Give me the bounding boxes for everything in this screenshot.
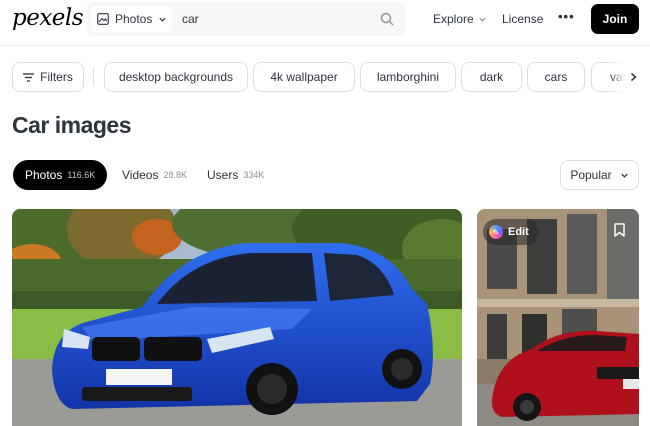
page-title: Car images — [12, 112, 132, 138]
filters-label: Filters — [40, 70, 73, 84]
tab-label: Users — [207, 168, 239, 182]
chevron-down-icon — [159, 17, 166, 22]
pexels-logo[interactable]: pexels — [12, 5, 84, 31]
chevron-right-icon — [631, 72, 637, 82]
chip-desktop-backgrounds[interactable]: desktop backgrounds — [104, 62, 248, 92]
tab-label: Photos — [25, 168, 63, 182]
bookmark-icon[interactable] — [614, 223, 625, 237]
chevron-down-icon — [621, 173, 628, 178]
photo-card-blue-car[interactable] — [12, 209, 462, 426]
tab-count: 334K — [243, 170, 265, 180]
edit-sparkle-icon: ✎ — [489, 225, 503, 239]
chips-scroll-right[interactable] — [610, 62, 638, 92]
chip-cars[interactable]: cars — [527, 62, 585, 92]
chip-lamborghini[interactable]: lamborghini — [360, 62, 456, 92]
tab-count: 116.6K — [67, 170, 96, 180]
search-type-dropdown[interactable]: Photos — [91, 6, 172, 32]
search-input[interactable] — [182, 2, 362, 36]
sort-label: Popular — [570, 168, 612, 182]
more-menu-icon[interactable]: ••• — [558, 9, 575, 24]
related-searches: desktop backgrounds 4k wallpaper lamborg… — [104, 62, 638, 92]
chip-4k-wallpaper[interactable]: 4k wallpaper — [253, 62, 355, 92]
join-button[interactable]: Join — [591, 4, 639, 34]
tab-label: Videos — [122, 168, 159, 182]
tab-videos[interactable]: Videos 28.8K — [122, 160, 187, 190]
sort-dropdown[interactable]: Popular — [560, 160, 639, 190]
edit-label: Edit — [508, 226, 529, 238]
tab-users[interactable]: Users 334K — [207, 160, 264, 190]
nav-explore[interactable]: Explore — [433, 12, 487, 26]
nav-explore-label: Explore — [433, 12, 474, 26]
search-bar: Photos — [86, 2, 406, 36]
search-icon[interactable] — [380, 12, 394, 26]
chip-dark[interactable]: dark — [461, 62, 522, 92]
chevron-down-icon — [479, 17, 486, 22]
filters-button[interactable]: Filters — [12, 62, 84, 92]
header-divider — [0, 45, 650, 46]
filter-icon — [23, 72, 35, 82]
tab-count: 28.8K — [163, 170, 188, 180]
photo-card-red-car[interactable]: ✎ Edit — [477, 209, 639, 426]
tab-photos[interactable]: Photos 116.6K — [13, 160, 108, 190]
search-type-label: Photos — [115, 12, 153, 26]
chips-separator — [93, 68, 94, 86]
image-icon — [97, 13, 109, 25]
nav-license[interactable]: License — [502, 12, 543, 26]
edit-button[interactable]: ✎ Edit — [483, 219, 539, 245]
blue-car-photo — [12, 209, 462, 426]
top-header: pexels Photos Explore License ••• Join — [0, 0, 650, 40]
